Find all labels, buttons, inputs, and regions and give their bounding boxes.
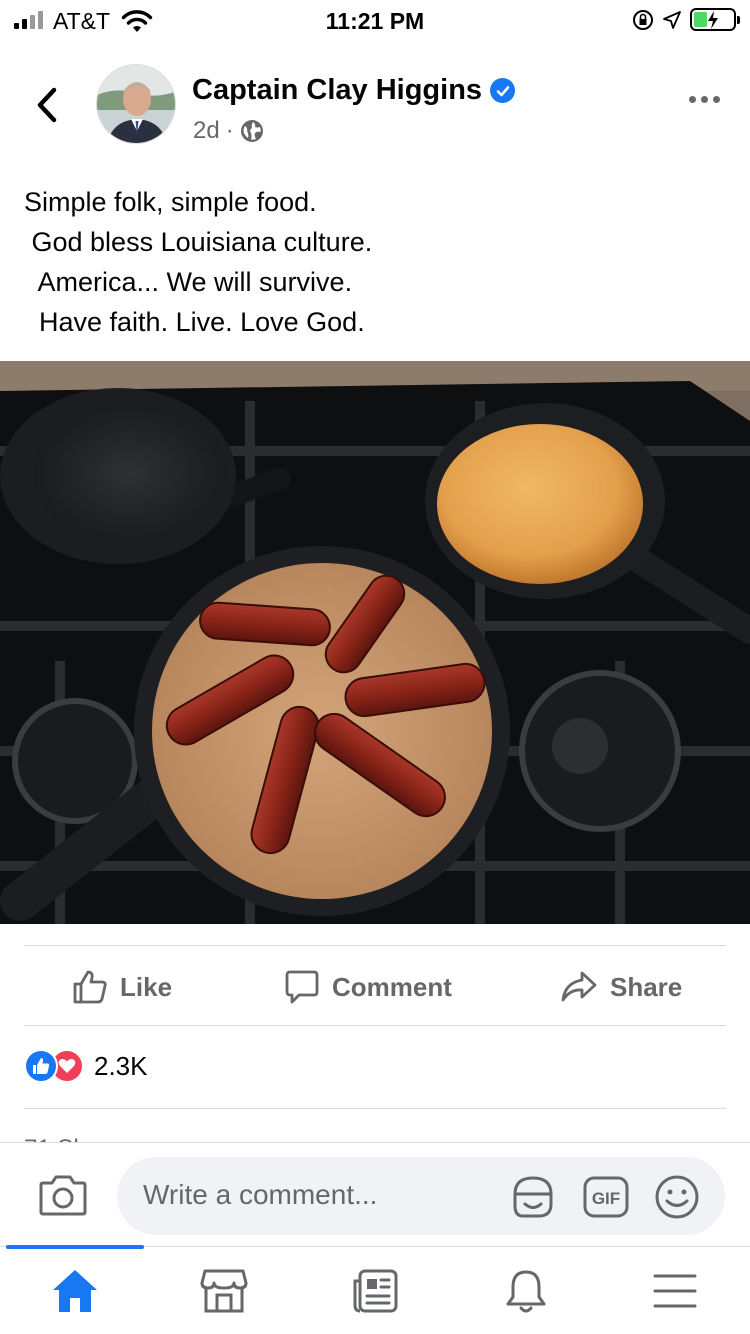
newspaper-icon [353,1269,398,1313]
avatar-sticker-button[interactable] [509,1174,557,1225]
verified-badge-icon [490,78,516,103]
comment-placeholder: Write a comment... [143,1179,378,1210]
author-avatar[interactable] [96,64,176,144]
divider [24,1025,726,1026]
share-arrow-icon [561,971,597,1002]
back-button[interactable] [30,85,64,125]
post-text-line: God bless Louisiana culture. [24,227,373,257]
tab-notifications[interactable] [496,1265,556,1317]
post-text-line: Simple folk, simple food. [24,187,317,217]
public-globe-icon [240,120,263,142]
gif-icon: GIF [583,1176,629,1218]
active-tab-indicator [6,1245,144,1249]
author-name-row[interactable]: Captain Clay Higgins [192,74,516,107]
like-label: Like [120,971,173,1002]
chevron-left-icon [37,87,57,123]
emoji-button[interactable] [654,1174,700,1225]
home-icon [53,1270,97,1312]
post-text-line: Have faith. Live. Love God. [24,307,365,337]
reaction-count: 2.3K [94,1050,148,1081]
divider [24,1108,726,1109]
post-text: Simple folk, simple food. God bless Loui… [24,182,372,342]
like-reaction-icon [24,1049,58,1083]
tab-marketplace[interactable] [194,1265,254,1317]
post-photo[interactable] [0,361,750,924]
smiley-face-icon [655,1175,699,1219]
meta-separator: · [225,117,234,144]
bell-icon [506,1270,546,1313]
post-meta: 2d · [193,117,264,145]
bottom-tab-bar [0,1245,750,1334]
comment-label: Comment [332,971,452,1002]
post-time[interactable]: 2d [193,117,220,145]
thumbs-up-icon [73,970,107,1004]
battery-icon [690,8,740,31]
svg-text:GIF: GIF [592,1189,620,1208]
speech-bubble-icon [285,970,319,1004]
comment-composer: Write a comment... GIF [0,1142,750,1246]
like-button[interactable]: Like [72,969,172,1005]
reactions-summary[interactable]: 2.3K [24,1049,148,1083]
camera-icon [39,1175,87,1216]
post-actions: Like Comment Share [0,948,750,1026]
status-bar: AT&T 11:21 PM [0,0,750,44]
comment-input[interactable]: Write a comment... GIF [117,1157,725,1235]
author-name[interactable]: Captain Clay Higgins [192,74,482,107]
hamburger-menu-icon [653,1274,697,1308]
divider [24,945,726,946]
tab-home[interactable] [45,1265,105,1317]
tab-menu[interactable] [645,1265,705,1317]
gif-button[interactable]: GIF [582,1174,630,1225]
comment-button[interactable]: Comment [284,969,452,1005]
avatar-sticker-icon [513,1176,553,1218]
tab-news[interactable] [345,1265,405,1317]
post-text-line: America... We will survive. [24,267,353,297]
orientation-lock-icon [633,9,653,30]
more-options-button[interactable] [689,96,720,103]
camera-button[interactable] [38,1173,88,1222]
share-label: Share [610,971,683,1002]
marketplace-shop-icon [200,1269,248,1313]
location-arrow-icon [663,10,681,29]
share-button[interactable]: Share [560,969,682,1005]
